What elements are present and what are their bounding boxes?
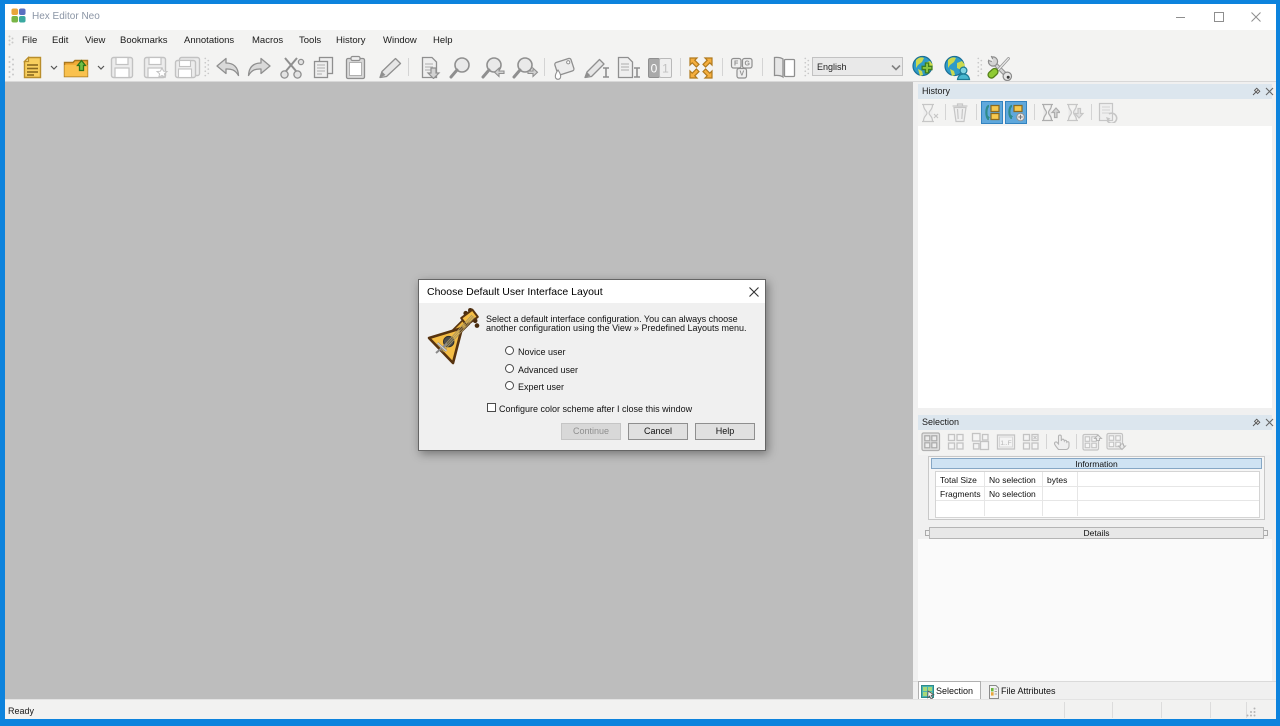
svg-text:1..F: 1..F [1000,440,1011,447]
svg-text:F: F [734,61,739,68]
svg-text:0: 0 [651,62,658,76]
svg-text:V: V [739,71,744,78]
svg-text:1: 1 [662,62,669,76]
svg-text:G: G [744,61,750,68]
